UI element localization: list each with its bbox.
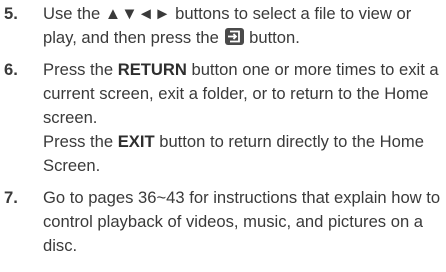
step-paragraph: Press the RETURN button one or more time… <box>43 58 442 130</box>
step-number: 6. <box>4 60 18 79</box>
instruction-steps: 5. Use the ▲▼◄► buttons to select a file… <box>4 2 442 266</box>
return-keyword: RETURN <box>117 60 187 79</box>
step-body: Go to pages 36~43 for instructions that … <box>43 186 442 258</box>
text-segment: Press the <box>43 60 118 79</box>
step-6: 6. Press the RETURN button one or more t… <box>4 58 442 178</box>
enter-icon <box>224 28 244 45</box>
text-segment: Press the <box>43 132 118 151</box>
step-7: 7. Go to pages 36~43 for instructions th… <box>4 186 442 258</box>
step-text: Go to pages 36~43 for instructions that … <box>43 188 441 255</box>
step-body: Press the RETURN button one or more time… <box>43 58 442 178</box>
step-text-after: button. <box>244 28 300 47</box>
exit-keyword: EXIT <box>117 132 155 151</box>
step-5: 5. Use the ▲▼◄► buttons to select a file… <box>4 2 442 50</box>
step-number: 7. <box>4 188 18 207</box>
step-body: Use the ▲▼◄► buttons to select a file to… <box>43 2 442 50</box>
step-paragraph: Press the EXIT button to return directly… <box>43 130 442 178</box>
step-text: Use the ▲▼◄► buttons to select a file to… <box>43 2 442 50</box>
step-number: 5. <box>4 4 18 23</box>
